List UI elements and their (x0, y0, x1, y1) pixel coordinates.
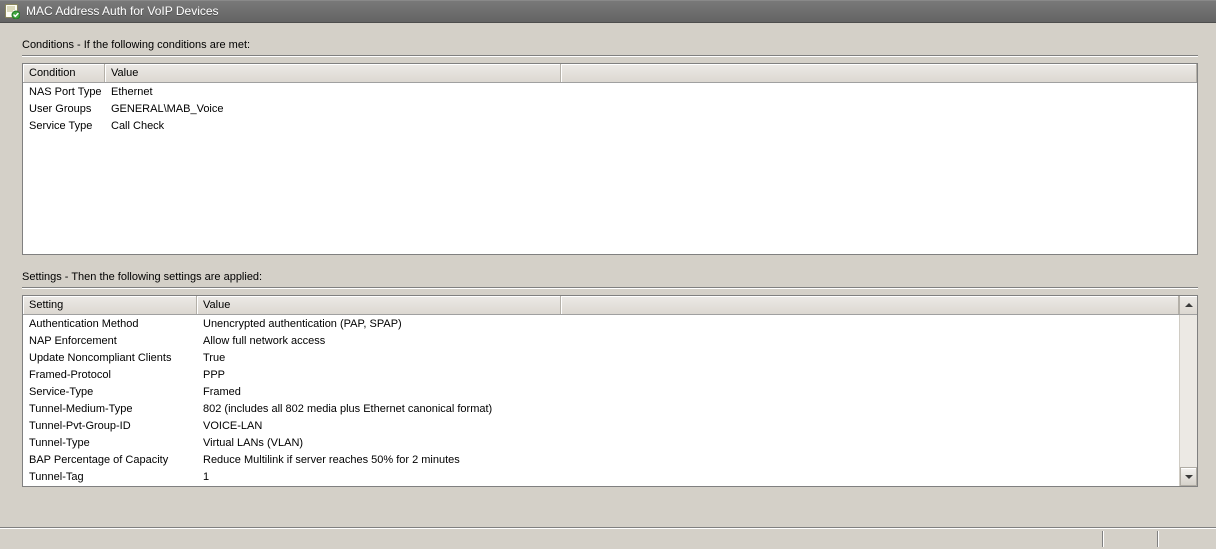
table-row[interactable]: Tunnel-Pvt-Group-IDVOICE-LAN (23, 417, 1180, 434)
table-row[interactable]: Authentication MethodUnencrypted authent… (23, 315, 1180, 332)
titlebar-title: MAC Address Auth for VoIP Devices (26, 4, 219, 18)
cell-setting: Tunnel-Pvt-Group-ID (23, 420, 197, 432)
table-row[interactable]: BAP Percentage of CapacityReduce Multili… (23, 451, 1180, 468)
cell-setting: NAP Enforcement (23, 335, 197, 347)
table-row[interactable]: Tunnel-Tag1 (23, 468, 1180, 485)
column-header-spacer (561, 64, 1197, 82)
table-row[interactable]: NAS Port TypeEthernet (23, 83, 1197, 100)
cell-condition: NAS Port Type (23, 86, 105, 98)
cell-setting: Update Noncompliant Clients (23, 352, 197, 364)
cell-setting: Tunnel-Medium-Type (23, 403, 197, 415)
table-row[interactable]: User GroupsGENERAL\MAB_Voice (23, 100, 1197, 117)
cell-value: Reduce Multilink if server reaches 50% f… (197, 454, 1180, 466)
column-header-spacer (561, 296, 1179, 314)
cell-value: VOICE-LAN (197, 420, 1180, 432)
cell-value: 1 (197, 471, 1180, 483)
cell-value: PPP (197, 369, 1180, 381)
scrollbar-track[interactable] (1180, 315, 1197, 467)
conditions-header: Condition Value (23, 64, 1197, 83)
table-row[interactable]: Service-TypeFramed (23, 383, 1180, 400)
conditions-section-label: Conditions - If the following conditions… (0, 23, 1216, 53)
cell-value: Ethernet (105, 86, 561, 98)
table-row[interactable]: Tunnel-Medium-Type802 (includes all 802 … (23, 400, 1180, 417)
status-bar (0, 527, 1216, 549)
cell-value: True (197, 352, 1180, 364)
scroll-down-button[interactable] (1180, 467, 1197, 486)
conditions-grid[interactable]: Condition Value NAS Port TypeEthernetUse… (22, 63, 1198, 255)
table-row[interactable]: Framed-ProtocolPPP (23, 366, 1180, 383)
cell-value: Unencrypted authentication (PAP, SPAP) (197, 318, 1180, 330)
policy-icon (4, 3, 20, 19)
table-row[interactable]: Tunnel-TypeVirtual LANs (VLAN) (23, 434, 1180, 451)
cell-value: Allow full network access (197, 335, 1180, 347)
cell-condition: Service Type (23, 120, 105, 132)
cell-setting: Framed-Protocol (23, 369, 197, 381)
table-row[interactable]: NAP EnforcementAllow full network access (23, 332, 1180, 349)
conditions-body: NAS Port TypeEthernetUser GroupsGENERAL\… (23, 83, 1197, 134)
cell-setting: Tunnel-Type (23, 437, 197, 449)
cell-value: Virtual LANs (VLAN) (197, 437, 1180, 449)
cell-setting: Service-Type (23, 386, 197, 398)
status-slot (1102, 531, 1155, 547)
cell-value: Framed (197, 386, 1180, 398)
cell-setting: Tunnel-Tag (23, 471, 197, 483)
cell-setting: Authentication Method (23, 318, 197, 330)
settings-section-label: Settings - Then the following settings a… (0, 255, 1216, 285)
column-header-value[interactable]: Value (197, 296, 561, 314)
cell-value: Call Check (105, 120, 561, 132)
settings-header: Setting Value (23, 296, 1197, 315)
titlebar: MAC Address Auth for VoIP Devices (0, 0, 1216, 23)
divider (22, 287, 1198, 289)
column-header-condition[interactable]: Condition (23, 64, 105, 82)
settings-grid[interactable]: Setting Value Authentication MethodUnenc… (22, 295, 1198, 487)
main-panel: Conditions - If the following conditions… (0, 23, 1216, 549)
settings-body: Authentication MethodUnencrypted authent… (23, 315, 1180, 485)
column-header-setting[interactable]: Setting (23, 296, 197, 314)
cell-condition: User Groups (23, 103, 105, 115)
status-slot (1157, 531, 1210, 547)
scroll-up-button[interactable] (1179, 296, 1197, 314)
column-header-value[interactable]: Value (105, 64, 561, 82)
table-row[interactable]: Service TypeCall Check (23, 117, 1197, 134)
table-row[interactable]: Update Noncompliant ClientsTrue (23, 349, 1180, 366)
divider (22, 55, 1198, 57)
vertical-scrollbar[interactable] (1179, 315, 1197, 486)
cell-value: GENERAL\MAB_Voice (105, 103, 561, 115)
cell-setting: BAP Percentage of Capacity (23, 454, 197, 466)
cell-value: 802 (includes all 802 media plus Etherne… (197, 403, 1180, 415)
